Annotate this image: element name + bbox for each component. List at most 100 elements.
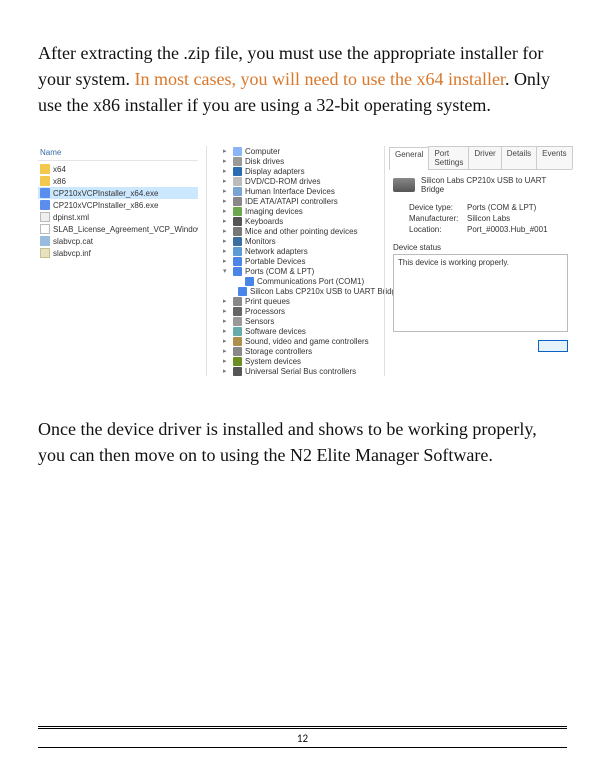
tree-caret-icon: ▸ xyxy=(223,197,230,205)
ok-button[interactable] xyxy=(538,340,568,352)
device-tree-node[interactable]: ▸Imaging devices xyxy=(211,206,376,216)
device-tree-label: Computer xyxy=(245,147,280,156)
tree-caret-icon: ▸ xyxy=(223,317,230,325)
device-tree-node[interactable]: ▸DVD/CD-ROM drives xyxy=(211,176,376,186)
explorer-file-row[interactable]: dpinst.xml xyxy=(38,211,198,223)
device-tree-label: Portable Devices xyxy=(245,257,305,266)
device-category-icon xyxy=(233,167,242,176)
device-tree-node[interactable]: ▸Disk drives xyxy=(211,156,376,166)
tree-caret-icon: ▸ xyxy=(223,247,230,255)
explorer-file-row[interactable]: x86 xyxy=(38,175,198,187)
device-tree-node[interactable]: ▸Sensors xyxy=(211,316,376,326)
device-property-row: Manufacturer:Silicon Labs xyxy=(389,213,572,224)
txt-icon xyxy=(40,224,50,234)
explorer-column-header[interactable]: Name xyxy=(38,146,198,161)
device-tree-label: Imaging devices xyxy=(245,207,303,216)
tree-caret-icon: ▸ xyxy=(223,257,230,265)
explorer-file-row[interactable]: CP210xVCPInstaller_x64.exe xyxy=(38,187,198,199)
device-header: Silicon Labs CP210x USB to UART Bridge xyxy=(389,170,572,202)
tree-caret-icon: ▸ xyxy=(223,147,230,155)
explorer-file-row[interactable]: CP210xVCPInstaller_x86.exe xyxy=(38,199,198,211)
device-category-icon xyxy=(238,287,247,296)
exe-icon xyxy=(40,188,50,198)
device-tree-node[interactable]: ▸ Display adapters xyxy=(211,166,376,176)
device-tree-label: Display adapters xyxy=(245,167,305,176)
tree-caret-icon: ▾ xyxy=(223,267,230,275)
device-tree-label: Monitors xyxy=(245,237,276,246)
device-tree-node[interactable]: Communications Port (COM1) xyxy=(211,276,376,286)
device-status-box: This device is working properly. xyxy=(393,254,568,332)
explorer-file-label: slabvcp.inf xyxy=(53,249,91,258)
tree-caret-icon: ▸ xyxy=(223,347,230,355)
explorer-file-row[interactable]: SLAB_License_Agreement_VCP_Windows.txt xyxy=(38,223,198,235)
device-property-key: Manufacturer: xyxy=(409,214,467,223)
device-title: Silicon Labs CP210x USB to UART Bridge xyxy=(421,176,568,194)
device-tree-label: Keyboards xyxy=(245,217,283,226)
device-manager-tree: ▸Computer▸Disk drives▸Display adapters▸D… xyxy=(206,146,376,376)
explorer-file-label: CP210xVCPInstaller_x64.exe xyxy=(53,189,158,198)
device-tree-label: Communications Port (COM1) xyxy=(257,277,364,286)
properties-tab[interactable]: Driver xyxy=(468,146,501,169)
device-tree-node[interactable]: ▸ Network adapters xyxy=(211,246,376,256)
device-category-icon xyxy=(233,307,242,316)
explorer-file-label: dpinst.xml xyxy=(53,213,89,222)
device-tree-node[interactable]: ▸Human Interface Devices xyxy=(211,186,376,196)
device-tree-node[interactable]: ▸ IDE ATA/ATAPI controllers xyxy=(211,196,376,206)
device-tree-node[interactable]: ▸ Computer xyxy=(211,146,376,156)
explorer-file-row[interactable]: x64 xyxy=(38,163,198,175)
device-tree-label: IDE ATA/ATAPI controllers xyxy=(245,197,338,206)
tree-caret-icon: ▸ xyxy=(223,167,230,175)
folder-icon xyxy=(40,164,50,174)
device-property-value: Ports (COM & LPT) xyxy=(467,203,536,212)
device-tree-node[interactable]: ▸Print queues xyxy=(211,296,376,306)
device-tree-label: Sound, video and game controllers xyxy=(245,337,369,346)
device-category-icon xyxy=(233,327,242,336)
properties-tab[interactable]: Events xyxy=(536,146,572,169)
device-tree-label: Network adapters xyxy=(245,247,308,256)
device-category-icon xyxy=(233,357,242,366)
device-category-icon xyxy=(233,247,242,256)
explorer-file-label: slabvcp.cat xyxy=(53,237,93,246)
properties-tab[interactable]: Details xyxy=(501,146,537,169)
device-tree-node[interactable]: ▸Mice and other pointing devices xyxy=(211,226,376,236)
device-tree-node[interactable]: ▸Storage controllers xyxy=(211,346,376,356)
device-property-key: Device type: xyxy=(409,203,467,212)
explorer-file-row[interactable]: slabvcp.cat xyxy=(38,235,198,247)
folder-icon xyxy=(40,176,50,186)
device-tree-node[interactable]: ▸Keyboards xyxy=(211,216,376,226)
device-status-label: Device status xyxy=(393,243,568,252)
tree-caret-icon: ▸ xyxy=(223,327,230,335)
intro-paragraph: After extracting the .zip file, you must… xyxy=(38,40,567,118)
explorer-file-label: x86 xyxy=(53,177,66,186)
device-tree-node[interactable]: ▾Ports (COM & LPT) xyxy=(211,266,376,276)
device-tree-node[interactable]: ▸System devices xyxy=(211,356,376,366)
device-icon xyxy=(393,178,415,192)
inf-icon xyxy=(40,248,50,258)
device-tree-node[interactable]: ▸ Sound, video and game controllers xyxy=(211,336,376,346)
tree-caret-icon: ▸ xyxy=(223,337,230,345)
device-tree-label: DVD/CD-ROM drives xyxy=(245,177,321,186)
device-category-icon xyxy=(233,297,242,306)
device-tree-node[interactable]: ▸Processors xyxy=(211,306,376,316)
intro-highlight: In most cases, you will need to use the … xyxy=(135,69,505,89)
device-properties-pane: GeneralPort SettingsDriverDetailsEvents … xyxy=(384,146,572,376)
tree-caret-icon: ▸ xyxy=(223,367,230,375)
device-category-icon xyxy=(233,157,242,166)
device-category-icon xyxy=(233,347,242,356)
xml-icon xyxy=(40,212,50,222)
device-category-icon xyxy=(245,277,254,286)
tree-caret-icon: ▸ xyxy=(223,227,230,235)
explorer-file-row[interactable]: slabvcp.inf xyxy=(38,247,198,259)
device-tree-node[interactable]: ▸Software devices xyxy=(211,326,376,336)
device-tree-node[interactable]: ▸ Portable Devices xyxy=(211,256,376,266)
device-tree-label: Human Interface Devices xyxy=(245,187,335,196)
device-tree-node[interactable]: ▸Monitors xyxy=(211,236,376,246)
properties-tab[interactable]: Port Settings xyxy=(428,146,469,169)
device-category-icon xyxy=(233,147,242,156)
device-tree-node[interactable]: ▸Universal Serial Bus controllers xyxy=(211,366,376,376)
device-category-icon xyxy=(233,237,242,246)
properties-tab[interactable]: General xyxy=(389,147,429,170)
explorer-file-label: SLAB_License_Agreement_VCP_Windows.txt xyxy=(53,225,198,234)
device-tree-node[interactable]: Silicon Labs CP210x USB to UART Bridge (… xyxy=(211,286,376,296)
device-category-icon xyxy=(233,217,242,226)
